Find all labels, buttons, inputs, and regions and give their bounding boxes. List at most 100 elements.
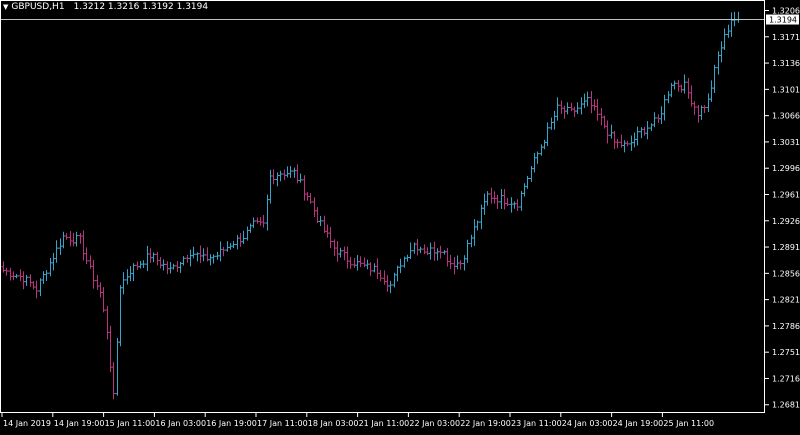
ohlc-bar: [44, 270, 49, 281]
ohlc-bar: [245, 226, 250, 241]
ohlc-bar: [81, 230, 86, 261]
price-scale: 1.3206 1.3171 1.3136 1.3101 1.3066 1.3031 1.29…: [765, 7, 800, 410]
ohlc-bar: [736, 11, 741, 23]
ohlc-bar: [175, 261, 180, 272]
ohlc-bar: [64, 233, 69, 240]
ohlc-bar: [509, 197, 514, 213]
ohlc-bar: [532, 152, 537, 173]
ohlc-bar: [485, 191, 490, 206]
price-tick-label: 1.3031: [772, 138, 800, 147]
triangle-down-icon[interactable]: ▼: [3, 3, 8, 11]
ohlc-bar: [408, 242, 413, 260]
price-tick-label: 1.2751: [772, 348, 800, 357]
ohlc-bar: [435, 248, 440, 261]
price-tick-label: 1.2786: [772, 322, 800, 331]
price-chart[interactable]: 1.3206 1.3171 1.3136 1.3101 1.3066 1.3031 1.29…: [0, 0, 800, 431]
ohlc-bar: [191, 246, 196, 259]
ohlc-bar: [696, 105, 701, 123]
ohlc-bar: [95, 275, 100, 290]
time-tick-label: 24 Jan 19:00: [613, 419, 664, 428]
price-tick-label: 1.2821: [772, 296, 800, 305]
ohlc-bar: [145, 245, 150, 272]
ohlc-bar: [615, 138, 620, 149]
ohlc-bar: [545, 122, 550, 147]
ohlc-bar: [34, 280, 39, 299]
ohlc-bar: [248, 223, 253, 233]
ohlc-bar: [692, 101, 697, 116]
ohlc-bar: [482, 193, 487, 215]
ohlc-bar: [729, 12, 734, 37]
ohlc-bar: [378, 270, 383, 282]
ohlc-bar: [395, 265, 400, 282]
ohlc-bar: [622, 140, 627, 153]
price-tick-label: 1.3206: [772, 7, 800, 16]
ohlc-bar: [535, 151, 540, 164]
ohlc-bar: [372, 263, 377, 273]
ohlc-bar: [709, 80, 714, 102]
ohlc-bar: [302, 175, 307, 201]
ohlc-bar: [51, 252, 56, 271]
time-tick-label: 21 Jan 11:00: [359, 419, 410, 428]
ohlc-bar: [171, 263, 176, 270]
ohlc-bar: [555, 97, 560, 121]
ohlc-bar: [208, 254, 213, 266]
time-tick-label: 18 Jan 03:00: [308, 419, 359, 428]
ohlc-bar: [635, 126, 640, 146]
ohlc-bar: [639, 127, 644, 139]
time-scale: 14 Jan 2019 14 Jan 19:00 15 Jan 11:00 16 Ja…: [1, 413, 714, 428]
ohlc-bar: [609, 124, 614, 139]
ohlc-bar: [515, 199, 520, 212]
ohlc-bar: [672, 80, 677, 90]
ohlc-bar: [415, 238, 420, 256]
ohlc-bar: [499, 188, 504, 210]
ohlc-bar: [475, 220, 480, 231]
ohlc-bar: [18, 269, 23, 282]
ohlc-bar: [385, 275, 390, 292]
ohlc-bar: [652, 112, 657, 128]
ohlc-bar: [61, 231, 66, 249]
ohlc-bar: [552, 110, 557, 130]
ohlc-bar: [148, 248, 153, 263]
price-tick-label: 1.2996: [772, 164, 800, 173]
ohlc-bar: [78, 233, 83, 244]
ohlc-bar: [118, 285, 123, 347]
ohlc-bar: [719, 41, 724, 63]
ohlc-bar: [71, 232, 76, 247]
ohlc-bar: [612, 130, 617, 149]
ohlc-bar: [686, 77, 691, 99]
ohlc-bar: [458, 260, 463, 270]
ohlc-bar: [595, 98, 600, 121]
ohlc-bar: [261, 215, 266, 228]
ohlc-bar: [318, 215, 323, 226]
ohlc-bar: [575, 102, 580, 114]
ohlc-bar: [342, 246, 347, 261]
ohlc-bar: [101, 287, 106, 313]
chart-header: ▼ GBPUSD,H1 1.3212 1.3216 1.3192 1.3194: [3, 2, 208, 12]
ohlc-bar: [565, 102, 570, 115]
ohlc-bar: [325, 224, 330, 238]
time-tick-label: 14 Jan 2019: [3, 419, 51, 428]
chart-canvas[interactable]: 1.3206 1.3171 1.3136 1.3101 1.3066 1.3031 1.29…: [0, 0, 800, 431]
time-tick-label: 22 Jan 19:00: [460, 419, 511, 428]
ohlc-bar: [462, 255, 467, 271]
ohlc-bar: [605, 120, 610, 144]
time-tick-label: 23 Jan 11:00: [511, 419, 562, 428]
ohlc-bar: [278, 170, 283, 182]
ohlc-bar: [84, 247, 89, 265]
ohlc-bar: [542, 139, 547, 150]
ohlc-bar: [422, 244, 427, 255]
price-tick-label: 1.3171: [772, 33, 800, 42]
ohlc-bar: [662, 94, 667, 121]
ohlc-bar: [579, 97, 584, 115]
ohlc-bar: [41, 271, 46, 284]
ohlc-bar: [358, 256, 363, 268]
ohlc-bar: [188, 249, 193, 267]
ohlc-bar: [659, 106, 664, 124]
ohlc-bar: [448, 254, 453, 270]
ohlc-bar: [31, 280, 36, 290]
ohlc-bar: [589, 91, 594, 114]
ohlc-bar: [315, 207, 320, 224]
ohlc-bar: [108, 325, 113, 373]
ohlc-bar: [585, 91, 590, 107]
chart-frame: [0, 0, 765, 413]
